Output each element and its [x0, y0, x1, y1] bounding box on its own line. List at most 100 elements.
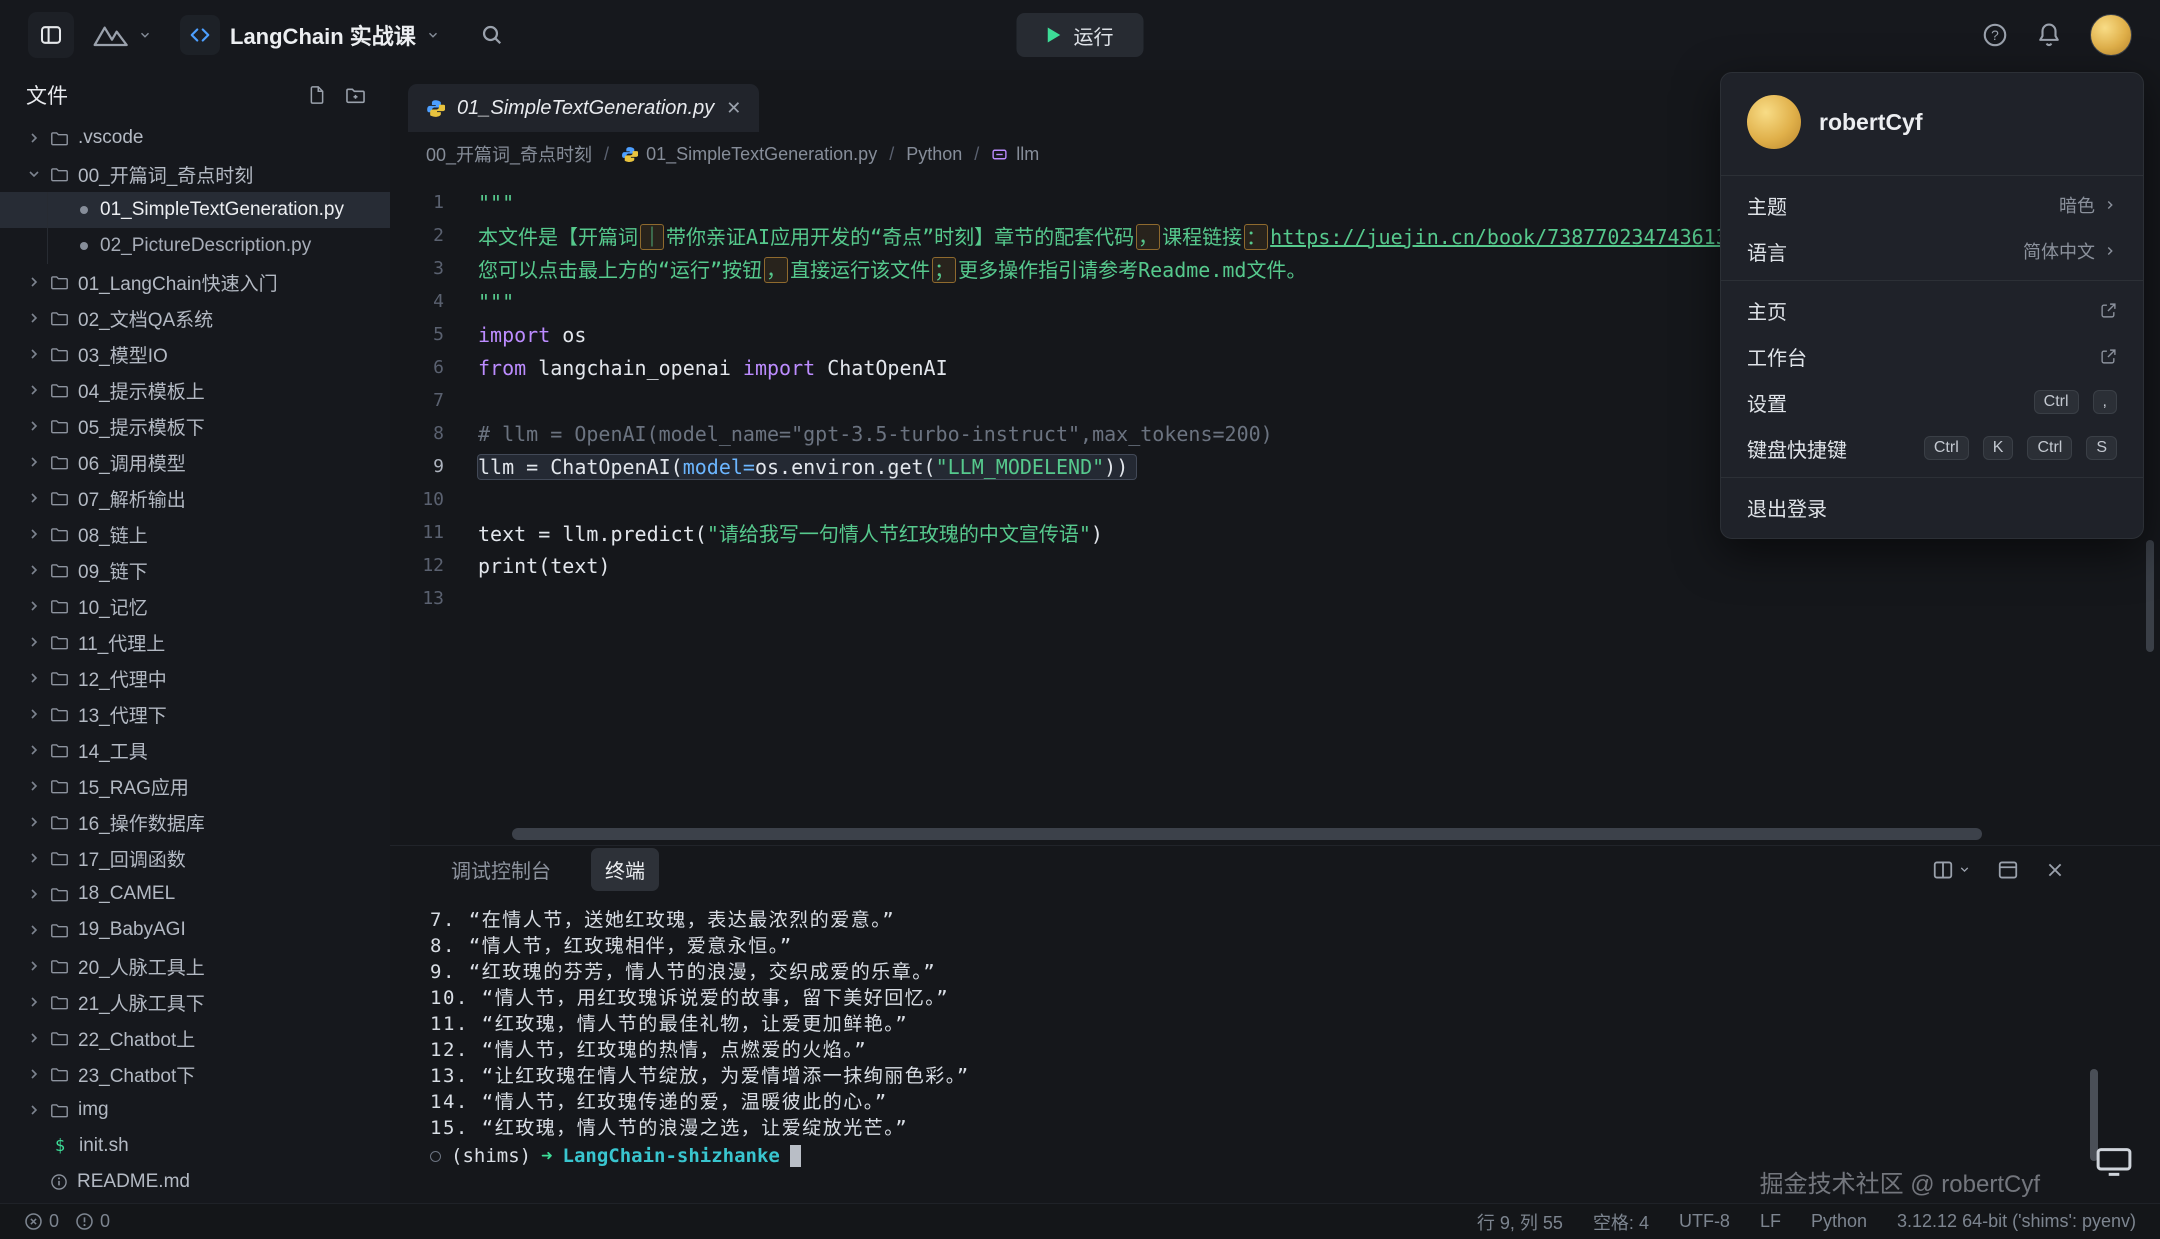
- tree-folder-03_模型IO[interactable]: 03_模型IO: [0, 336, 390, 372]
- folder-icon: [50, 1029, 69, 1048]
- line-number: 3: [390, 258, 478, 279]
- cursor-position[interactable]: 行 9, 列 55: [1477, 1209, 1563, 1235]
- bell-icon[interactable]: [2036, 22, 2062, 48]
- tree-folder-04_提示模板上[interactable]: 04_提示模板上: [0, 372, 390, 408]
- code-line-13[interactable]: 13: [390, 582, 2160, 615]
- split-terminal-icon: [1932, 859, 1954, 881]
- tree-folder-.vscode[interactable]: .vscode: [0, 120, 390, 156]
- terminal[interactable]: 7. “在情人节，送她红玫瑰，表达最浓烈的爱意。”8. “情人节，红玫瑰相伴，爱…: [390, 893, 2160, 1203]
- horizontal-scrollbar-thumb[interactable]: [512, 828, 1982, 840]
- close-tab-icon[interactable]: ✕: [726, 98, 741, 119]
- tree-file-init.sh[interactable]: $init.sh: [0, 1128, 390, 1164]
- kbd-key: K: [1983, 436, 2014, 460]
- tree-folder-07_解析输出[interactable]: 07_解析输出: [0, 480, 390, 516]
- split-terminal-button[interactable]: [1932, 859, 1971, 881]
- maximize-panel-icon[interactable]: [1997, 859, 2019, 881]
- editor-scrollbar-thumb[interactable]: [2146, 540, 2154, 652]
- language-label: 语言: [1747, 237, 1787, 266]
- code-text: llm = ChatOpenAI(model=os.environ.get("L…: [478, 455, 1136, 479]
- language-mode[interactable]: Python: [1811, 1211, 1867, 1232]
- line-number: 6: [390, 357, 478, 378]
- chevron-right-icon: [26, 346, 46, 362]
- folder-icon: [50, 561, 69, 580]
- tree-folder-img[interactable]: img: [0, 1092, 390, 1128]
- menu-item-language[interactable]: 语言 简体中文: [1721, 228, 2143, 274]
- breadcrumb-language[interactable]: Python: [906, 144, 962, 165]
- tree-folder-00_开篇词_奇点时刻[interactable]: 00_开篇词_奇点时刻: [0, 156, 390, 192]
- problems-errors[interactable]: 0: [24, 1211, 59, 1232]
- tree-folder-14_工具[interactable]: 14_工具: [0, 732, 390, 768]
- tab-terminal[interactable]: 终端: [591, 848, 659, 891]
- tree-folder-21_人脉工具下[interactable]: 21_人脉工具下: [0, 984, 390, 1020]
- menu-item-theme[interactable]: 主题 暗色: [1721, 182, 2143, 228]
- tree-item-label: 02_PictureDescription.py: [100, 235, 311, 257]
- search-icon[interactable]: [480, 23, 504, 47]
- tree-file-01_SimpleTextGeneration.py[interactable]: 01_SimpleTextGeneration.py: [0, 192, 390, 228]
- menu-item-workbench[interactable]: 工作台: [1721, 333, 2143, 379]
- tree-item-label: 00_开篇词_奇点时刻: [78, 161, 253, 188]
- code-text: 本文件是【开篇词｜带你亲证AI应用开发的“奇点”时刻】章节的配套代码，课程链接：…: [478, 221, 1728, 250]
- tree-folder-06_调用模型[interactable]: 06_调用模型: [0, 444, 390, 480]
- code-text: # llm = OpenAI(model_name="gpt-3.5-turbo…: [478, 422, 1273, 446]
- encoding[interactable]: UTF-8: [1679, 1211, 1730, 1232]
- tree-folder-22_Chatbot上[interactable]: 22_Chatbot上: [0, 1020, 390, 1056]
- new-folder-icon[interactable]: [345, 85, 366, 106]
- project-switcher[interactable]: LangChain 实战课: [180, 15, 440, 55]
- avatar[interactable]: [2090, 14, 2132, 56]
- kbd-key: Ctrl: [2027, 436, 2072, 460]
- indentation[interactable]: 空格: 4: [1593, 1209, 1649, 1235]
- file-explorer: 文件 .vscode00_开篇词_奇点时刻01_SimpleTextGenera…: [0, 70, 390, 1203]
- tree-folder-16_操作数据库[interactable]: 16_操作数据库: [0, 804, 390, 840]
- sidebar-toggle-button[interactable]: [28, 12, 74, 58]
- code-text: """: [478, 191, 514, 215]
- editor-tab[interactable]: 01_SimpleTextGeneration.py ✕: [408, 84, 759, 132]
- tree-item-label: 08_链上: [78, 521, 148, 548]
- menu-item-logout[interactable]: 退出登录: [1721, 484, 2143, 530]
- tree-file-02_PictureDescription.py[interactable]: 02_PictureDescription.py: [0, 228, 390, 264]
- breadcrumb-symbol[interactable]: llm: [991, 144, 1039, 165]
- error-icon: [24, 1212, 43, 1231]
- breadcrumb-folder[interactable]: 00_开篇词_奇点时刻: [426, 141, 592, 167]
- tree-folder-10_记忆[interactable]: 10_记忆: [0, 588, 390, 624]
- tree-folder-15_RAG应用[interactable]: 15_RAG应用: [0, 768, 390, 804]
- tree-folder-05_提示模板下[interactable]: 05_提示模板下: [0, 408, 390, 444]
- python-interpreter[interactable]: 3.12.12 64-bit ('shims': pyenv): [1897, 1211, 2136, 1232]
- tree-item-label: 15_RAG应用: [78, 773, 189, 800]
- menu-item-shortcuts[interactable]: 键盘快捷键 Ctrl K Ctrl S: [1721, 425, 2143, 471]
- sidebar-layout-icon: [39, 23, 63, 47]
- chevron-right-icon: [2103, 198, 2117, 212]
- new-file-icon[interactable]: [307, 85, 327, 106]
- tree-folder-13_代理下[interactable]: 13_代理下: [0, 696, 390, 732]
- eol-sequence[interactable]: LF: [1760, 1211, 1781, 1232]
- tree-folder-23_Chatbot下[interactable]: 23_Chatbot下: [0, 1056, 390, 1092]
- terminal-line: 11. “红玫瑰，情人节的最佳礼物，让爱更加鲜艳。”: [430, 1011, 2160, 1037]
- code-line-12[interactable]: 12print(text): [390, 549, 2160, 582]
- chevron-right-icon: [26, 742, 46, 758]
- tree-folder-17_回调函数[interactable]: 17_回调函数: [0, 840, 390, 876]
- help-icon[interactable]: ?: [1982, 22, 2008, 48]
- tree-item-label: 20_人脉工具上: [78, 953, 205, 980]
- tree-folder-08_链上[interactable]: 08_链上: [0, 516, 390, 552]
- folder-icon: [50, 345, 69, 364]
- tree-folder-09_链下[interactable]: 09_链下: [0, 552, 390, 588]
- workspace-logo-menu[interactable]: [92, 22, 152, 48]
- status-bar: 0 0 行 9, 列 55 空格: 4 UTF-8 LF Python 3.12…: [0, 1203, 2160, 1239]
- tree-folder-01_LangChain快速入门[interactable]: 01_LangChain快速入门: [0, 264, 390, 300]
- problems-warnings[interactable]: 0: [75, 1211, 110, 1232]
- breadcrumb-file[interactable]: 01_SimpleTextGeneration.py: [621, 144, 877, 165]
- tree-folder-02_文档QA系统[interactable]: 02_文档QA系统: [0, 300, 390, 336]
- menu-item-settings[interactable]: 设置 Ctrl ,: [1721, 379, 2143, 425]
- close-panel-icon[interactable]: [2045, 860, 2065, 880]
- tree-folder-18_CAMEL[interactable]: 18_CAMEL: [0, 876, 390, 912]
- run-button[interactable]: 运行: [1017, 13, 1144, 57]
- settings-label: 设置: [1747, 388, 1787, 417]
- tree-folder-11_代理上[interactable]: 11_代理上: [0, 624, 390, 660]
- tree-folder-20_人脉工具上[interactable]: 20_人脉工具上: [0, 948, 390, 984]
- kbd-key: Ctrl: [2034, 390, 2079, 414]
- tree-file-README.md[interactable]: README.md: [0, 1164, 390, 1200]
- tab-debug-console[interactable]: 调试控制台: [437, 848, 565, 891]
- tree-folder-12_代理中[interactable]: 12_代理中: [0, 660, 390, 696]
- remote-screen-icon[interactable]: [2096, 1147, 2132, 1177]
- menu-item-home[interactable]: 主页: [1721, 287, 2143, 333]
- tree-folder-19_BabyAGI[interactable]: 19_BabyAGI: [0, 912, 390, 948]
